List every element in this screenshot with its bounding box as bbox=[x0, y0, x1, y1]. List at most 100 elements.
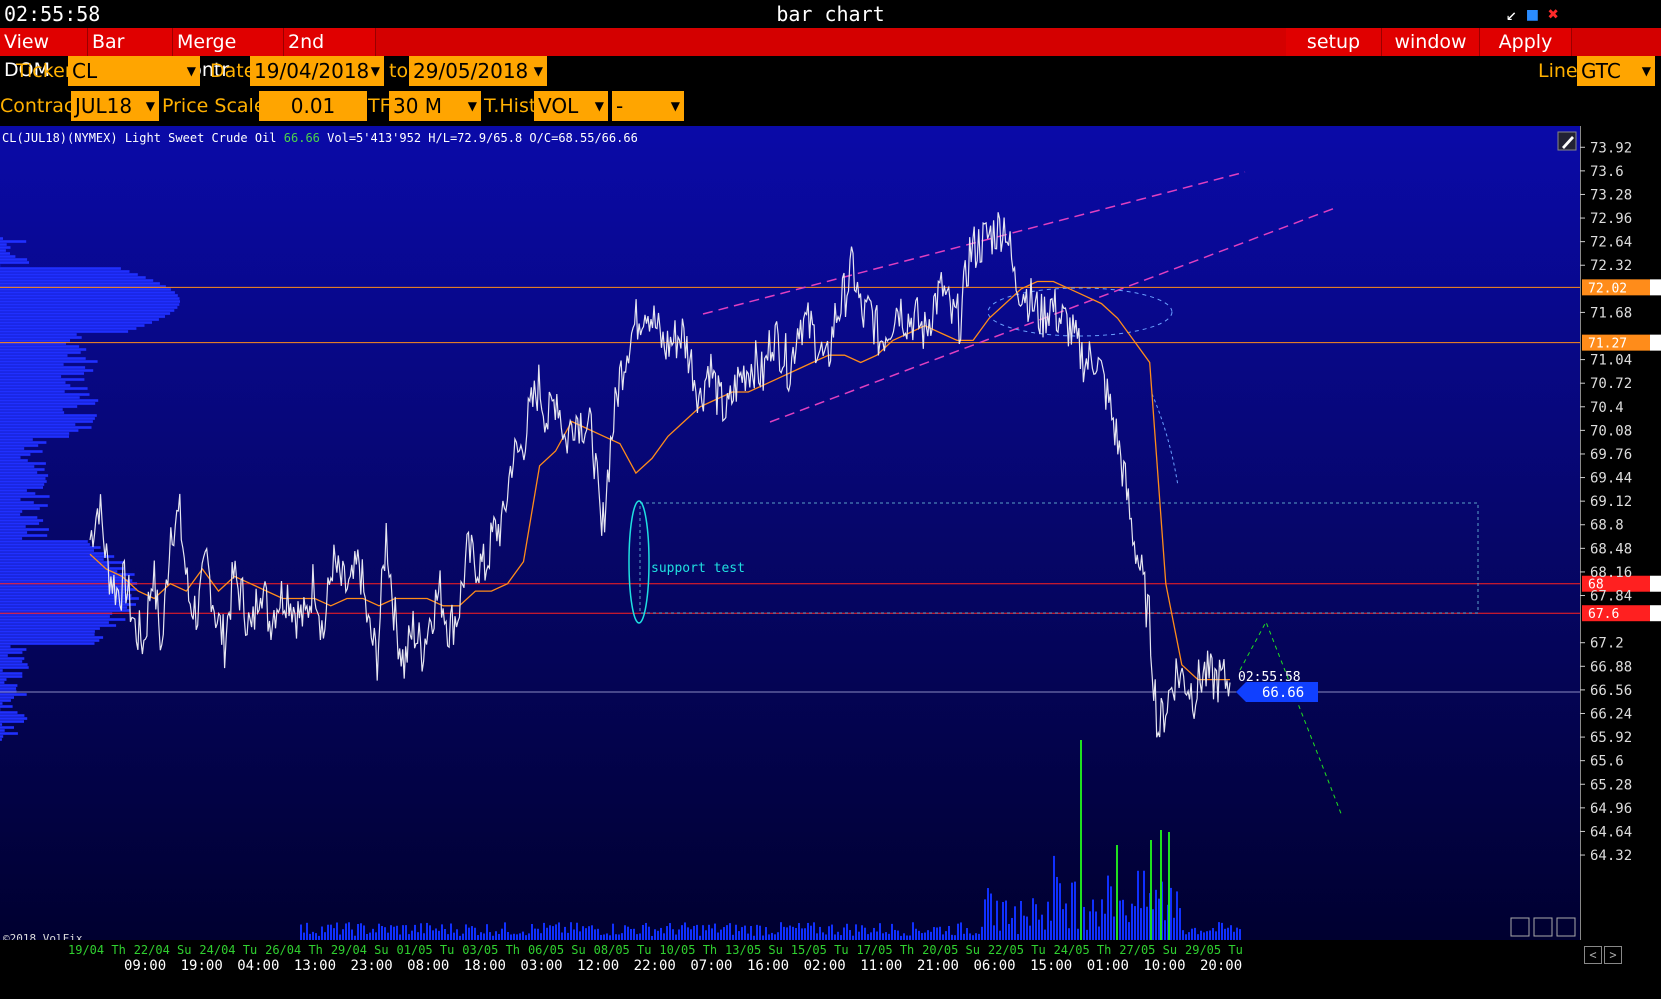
menu-view-dom[interactable]: View DOM bbox=[0, 28, 88, 81]
pencil-icon[interactable] bbox=[1557, 131, 1577, 151]
volume-bar bbox=[534, 928, 536, 940]
thist-label: T.Hist bbox=[484, 95, 537, 117]
volume-bar bbox=[474, 927, 476, 940]
volume-bar bbox=[1173, 917, 1175, 940]
y-tick-label: 67.2 bbox=[1590, 636, 1624, 652]
profile-bar bbox=[0, 726, 14, 729]
volume-profile bbox=[0, 237, 180, 741]
profile-bar bbox=[0, 354, 68, 357]
extra-value: - bbox=[616, 94, 624, 118]
minimize-icon[interactable]: ↙ bbox=[1506, 4, 1517, 25]
volume-bar bbox=[486, 924, 488, 940]
date-from-field[interactable]: 19/04/2018 ▼ bbox=[250, 56, 384, 86]
menu-2nd-chart[interactable]: 2nd Chart bbox=[284, 28, 376, 81]
price-scale-field[interactable]: 0.01 bbox=[259, 91, 367, 121]
volume-bar bbox=[657, 930, 659, 940]
volume-bar bbox=[1089, 911, 1091, 940]
volume-bar bbox=[807, 922, 809, 940]
x-tick-time: 12:00 bbox=[577, 958, 619, 974]
profile-bar bbox=[0, 384, 71, 387]
volume-bar bbox=[531, 924, 533, 940]
volume-bar bbox=[432, 930, 434, 940]
price-scale-label: Price Scale bbox=[162, 95, 266, 117]
volume-bar bbox=[1005, 900, 1007, 940]
chart-area[interactable]: CL(JUL18)(NYMEX) Light Sweet Crude Oil 6… bbox=[0, 126, 1661, 945]
profile-bar bbox=[0, 312, 171, 315]
volume-bar-high bbox=[1116, 845, 1118, 940]
profile-bar bbox=[0, 255, 16, 258]
volume-bar bbox=[501, 928, 503, 940]
date-to-field[interactable]: 29/05/2018 ▼ bbox=[409, 56, 547, 86]
volume-bar bbox=[1035, 904, 1037, 940]
profile-bar bbox=[0, 702, 3, 705]
profile-bar bbox=[0, 732, 18, 735]
profile-bar bbox=[0, 465, 35, 468]
setup-button[interactable]: setup bbox=[1286, 28, 1382, 56]
contract-label: Contract bbox=[0, 95, 82, 117]
volume-bar bbox=[1164, 920, 1166, 940]
thist-select[interactable]: VOL ▼ bbox=[534, 91, 608, 121]
volume-bar bbox=[1134, 906, 1136, 940]
line-select[interactable]: GTC ▼ bbox=[1577, 56, 1655, 86]
contract-select[interactable]: JUL18 ▼ bbox=[71, 91, 159, 121]
x-tick-date: 29/05 Tu bbox=[1185, 943, 1243, 957]
volume-bar bbox=[1083, 906, 1085, 940]
volume-bar bbox=[981, 926, 983, 940]
volume-bar bbox=[723, 927, 725, 940]
window-button[interactable]: window bbox=[1382, 28, 1480, 56]
scroll-left-icon[interactable]: < bbox=[1584, 946, 1602, 964]
volume-bar bbox=[813, 922, 815, 940]
profile-bar bbox=[0, 591, 125, 594]
channel-line-lower bbox=[769, 207, 1336, 423]
list-icon[interactable] bbox=[1533, 917, 1553, 937]
extra-select[interactable]: - ▼ bbox=[612, 91, 684, 121]
apply-button[interactable]: Apply bbox=[1480, 28, 1572, 56]
profile-bar bbox=[0, 561, 124, 564]
volume-bar bbox=[324, 932, 326, 940]
menu-merge-contr[interactable]: Merge Contr bbox=[173, 28, 284, 81]
volume-bar bbox=[801, 928, 803, 940]
volume-bar bbox=[960, 922, 962, 940]
profile-bar bbox=[0, 558, 104, 561]
x-tick-date: 26/04 Th bbox=[265, 943, 323, 957]
volume-bar bbox=[921, 933, 923, 940]
expand-icon[interactable] bbox=[1556, 917, 1576, 937]
volume-bar bbox=[915, 928, 917, 940]
profile-bar bbox=[0, 522, 40, 525]
ticker-select[interactable]: CL ▼ bbox=[68, 56, 200, 86]
volume-bar bbox=[1071, 882, 1073, 940]
volume-bar bbox=[564, 926, 566, 940]
profile-bar bbox=[0, 639, 100, 642]
profile-bar bbox=[0, 246, 11, 249]
profile-bar bbox=[0, 633, 95, 636]
scroll-right-icon[interactable]: > bbox=[1604, 946, 1622, 964]
volume-bar bbox=[1026, 916, 1028, 940]
maximize-icon[interactable]: ■ bbox=[1527, 4, 1538, 25]
volume-bar bbox=[798, 923, 800, 940]
volume-bar bbox=[828, 926, 830, 940]
volume-bar bbox=[465, 924, 467, 940]
close-icon[interactable]: ✖ bbox=[1548, 4, 1559, 25]
volume-bar bbox=[1119, 900, 1121, 940]
x-axis-ticks: 19/04 Th 22/04 Su 24/04 Tu 26/04 Th 29/04 Su… bbox=[68, 943, 1243, 974]
volume-bar bbox=[870, 932, 872, 940]
profile-bar bbox=[0, 696, 14, 699]
volume-bar bbox=[669, 923, 671, 940]
volume-bar bbox=[897, 930, 899, 940]
tf-select[interactable]: 30 M ▼ bbox=[389, 91, 481, 121]
profile-bar bbox=[0, 441, 47, 444]
profile-bar bbox=[0, 318, 159, 321]
y-tick-label: 64.96 bbox=[1590, 801, 1632, 817]
volume-bar bbox=[372, 928, 374, 940]
menu-bar-type[interactable]: Bar Type bbox=[88, 28, 173, 81]
volume-bar bbox=[780, 922, 782, 940]
volume-bar bbox=[594, 929, 596, 940]
x-tick-time: 21:00 bbox=[917, 958, 959, 974]
y-tick-label: 65.92 bbox=[1590, 730, 1632, 746]
profile-bar bbox=[0, 549, 94, 552]
profile-bar bbox=[0, 261, 29, 264]
grid-icon[interactable] bbox=[1510, 917, 1530, 937]
chevron-down-icon: ▼ bbox=[670, 99, 680, 113]
volume-bar bbox=[711, 928, 713, 940]
volume-bar-high bbox=[1160, 830, 1162, 940]
